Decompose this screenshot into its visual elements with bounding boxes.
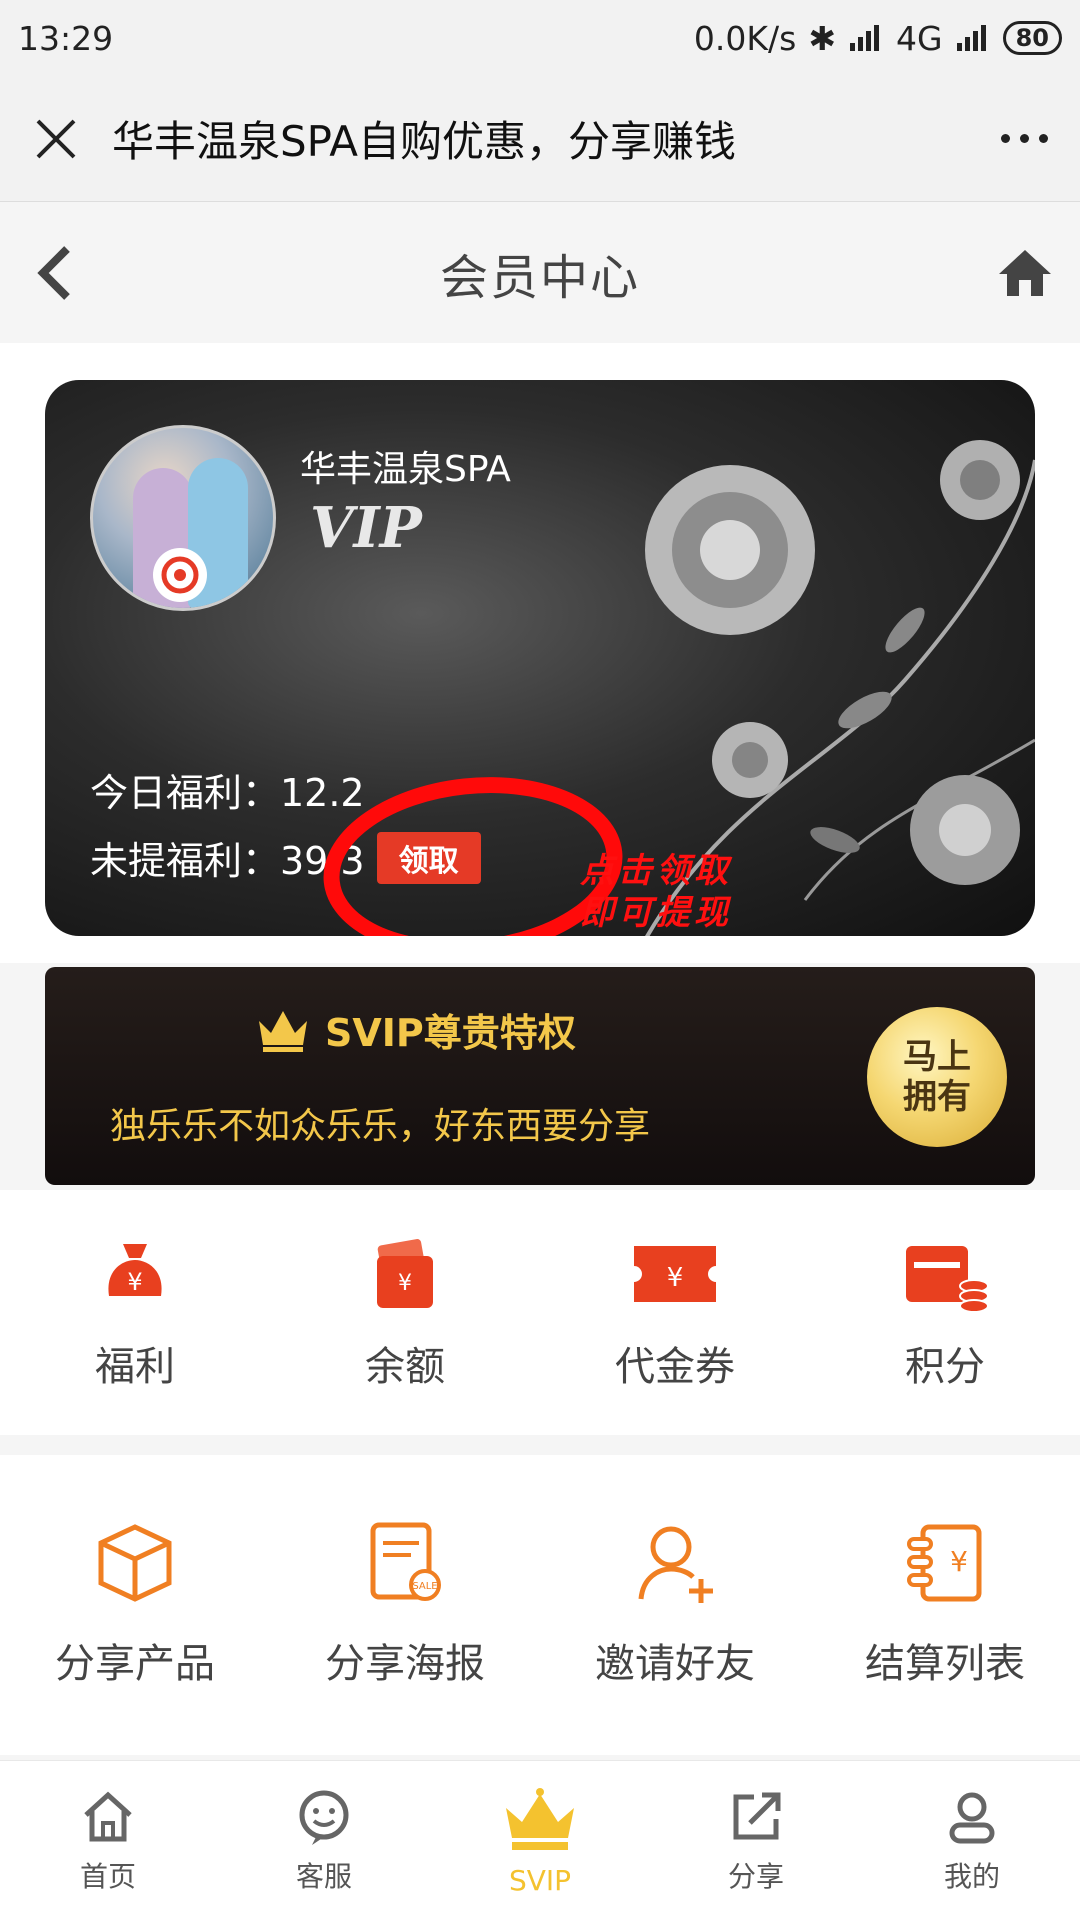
svip-banner[interactable]: SVIP尊贵特权 独乐乐不如众乐乐，好东西要分享 马上 拥有 [45,967,1035,1185]
grid-item-balance[interactable]: ¥ 余额 [270,1190,540,1435]
back-button[interactable] [0,243,110,303]
grid-item-label: 分享海报 [325,1641,485,1687]
get-svip-label: 马上 拥有 [903,1037,971,1117]
grid-item-label: 邀请好友 [595,1641,755,1687]
vip-card: 华丰温泉SPA VIP 今日福利：12.2 未提福利：39 3 领取 点击领取 … [45,380,1035,936]
card-brand-name: 华丰温泉SPA [300,449,511,490]
tab-label: 客服 [295,1860,352,1893]
today-welfare: 今日福利：12.2 [90,771,365,815]
signal-icon-2 [956,25,986,51]
cta-line: 马上 [903,1037,971,1077]
svg-text:¥: ¥ [127,1268,142,1296]
tab-service[interactable]: 客服 [216,1761,432,1921]
grid-item-share-product[interactable]: 分享产品 [0,1455,270,1755]
status-time: 13:29 [18,18,114,58]
crown-icon [506,1787,574,1850]
svip-subtitle: 独乐乐不如众乐乐，好东西要分享 [110,1106,651,1147]
status-bar: 13:29 0.0K/s ✱ 4G 80 [0,0,1080,76]
brand-badge-icon [153,548,207,602]
user-icon [949,1792,995,1844]
svip-title: SVIP尊贵特权 [325,1011,576,1055]
grid-item-label: 余额 [365,1343,445,1390]
vip-card-section: 华丰温泉SPA VIP 今日福利：12.2 未提福利：39 3 领取 点击领取 … [0,343,1080,963]
card-tier-label: VIP [310,495,422,561]
flower-logo-icon [161,556,199,594]
tab-label: SVIP [508,1863,572,1897]
crown-icon [259,1010,307,1052]
tab-label: 我的 [943,1860,1000,1893]
cta-line: 拥有 [903,1077,971,1117]
close-icon [36,119,76,158]
settlement-icon: ¥ [907,1524,982,1602]
tab-home[interactable]: 首页 [0,1761,216,1921]
get-svip-button[interactable]: 马上 拥有 [867,1007,1007,1147]
tab-mine[interactable]: 我的 [864,1761,1080,1921]
bottom-tab-bar: 首页 客服 SVIP 分享 我的 [0,1760,1080,1921]
annotation-line: 点击领取 [580,851,732,891]
svip-title-row: SVIP尊贵特权 [257,1002,576,1057]
svg-text:¥: ¥ [667,1263,684,1293]
service-icon [299,1790,349,1845]
box-icon [98,1524,172,1602]
wallet-icon: ¥ [377,1238,433,1308]
grid-item-label: 福利 [95,1343,175,1390]
grid-item-welfare[interactable]: ¥ 福利 [0,1190,270,1435]
network-speed: 0.0K/s [693,18,797,58]
grid-item-label: 积分 [905,1343,985,1390]
action-grid: 分享产品 SALE 分享海报 邀请好友 ¥ 结算列表 [0,1455,1080,1755]
home-button[interactable] [970,248,1080,298]
tab-label: 分享 [727,1860,784,1893]
more-dot [1019,134,1029,143]
add-user-icon [638,1526,713,1603]
poster-icon: SALE [370,1522,441,1601]
asset-grid: ¥ 福利 ¥ 余额 ¥ 代金券 积分 [0,1190,1080,1435]
grid-item-label: 分享产品 [55,1641,215,1687]
avatar[interactable] [90,425,276,611]
tab-label: 首页 [79,1860,136,1893]
webview-navbar: 华丰温泉SPA自购优惠，分享赚钱 [0,76,1080,202]
annotation-line: 即可提现 [580,893,732,933]
grid-item-label: 代金券 [615,1343,735,1390]
grid-item-coupon[interactable]: ¥ 代金券 [540,1190,810,1435]
grid-item-share-poster[interactable]: SALE 分享海报 [270,1455,540,1755]
battery-indicator: 80 [1002,21,1062,55]
points-icon [906,1245,989,1313]
more-dot [1038,134,1048,143]
more-dot [1000,134,1010,143]
grid-item-label: 结算列表 [865,1641,1025,1687]
chevron-left-icon [37,246,70,300]
svg-text:¥: ¥ [398,1271,412,1296]
bluetooth-icon: ✱ [808,18,837,58]
status-right: 0.0K/s ✱ 4G 80 [694,19,1062,58]
grid-item-points[interactable]: 积分 [810,1190,1080,1435]
tab-share[interactable]: 分享 [648,1761,864,1921]
close-button[interactable] [0,76,112,201]
navbar-title: 华丰温泉SPA自购优惠，分享赚钱 [112,117,737,166]
network-type: 4G [896,18,943,58]
tab-svip[interactable]: SVIP [432,1761,648,1921]
home-icon [998,250,1051,296]
page-title: 会员中心 [439,250,640,306]
coupon-icon: ¥ [634,1245,716,1302]
more-button[interactable] [968,134,1080,143]
svg-text:¥: ¥ [950,1545,968,1578]
svg-text:SALE: SALE [412,1581,437,1592]
grid-item-settlement-list[interactable]: ¥ 结算列表 [810,1455,1080,1755]
money-bag-icon: ¥ [108,1243,162,1296]
page-header: 会员中心 [0,203,1080,343]
grid-item-invite-friends[interactable]: 邀请好友 [540,1455,810,1755]
home-icon [84,1791,132,1842]
annotation-text: 点击领取 即可提现 [580,850,732,934]
share-icon [733,1792,781,1840]
signal-icon [850,25,880,51]
